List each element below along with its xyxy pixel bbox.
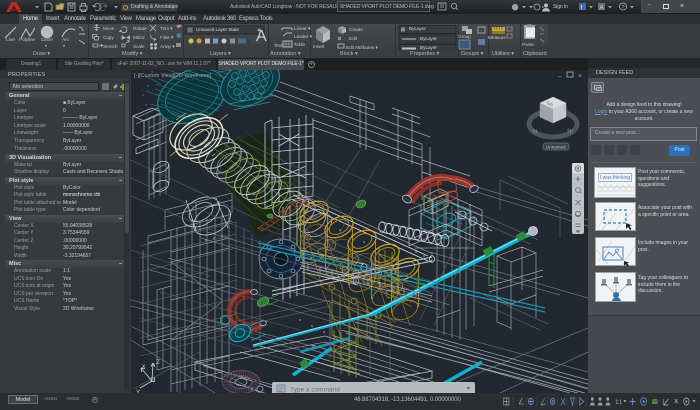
svg-text:Z: Z (156, 359, 160, 366)
svg-text:Unnamed: Unnamed (546, 145, 566, 150)
svg-text:A: A (600, 6, 604, 12)
svg-text:–: – (558, 73, 562, 80)
svg-text:A: A (256, 28, 267, 45)
svg-text:1:1: 1:1 (616, 400, 622, 407)
svg-text:S: S (564, 107, 568, 113)
svg-text:[-][Custom View][2D Wireframe]: [-][Custom View][2D Wireframe] (134, 73, 212, 79)
svg-text:?: ? (622, 5, 625, 11)
svg-text:×: × (578, 73, 582, 80)
